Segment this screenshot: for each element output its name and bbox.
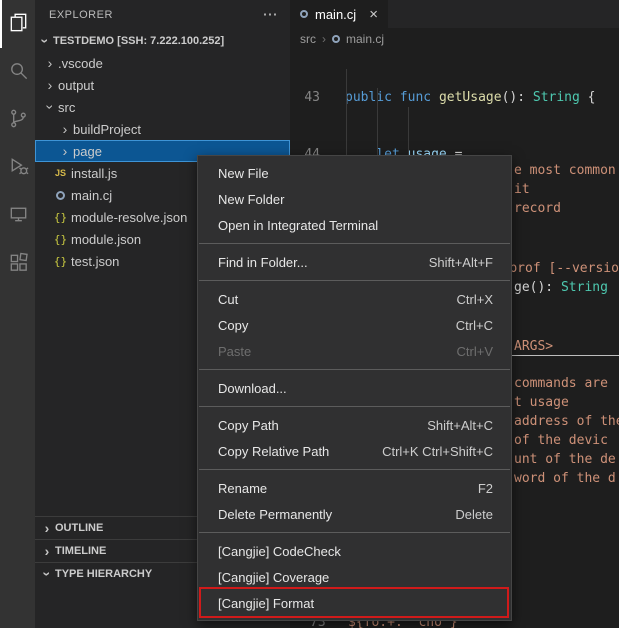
- menu-separator: [199, 369, 510, 370]
- menu-item-new-folder[interactable]: New Folder: [198, 186, 511, 212]
- cangjie-file-icon: [53, 188, 68, 203]
- menu-item-find-in-folder[interactable]: Find in Folder...Shift+Alt+F: [198, 249, 511, 275]
- indent-guide: [377, 88, 378, 160]
- shortcut-label: Ctrl+K Ctrl+Shift+C: [362, 444, 493, 459]
- chevron-right-icon: [39, 520, 55, 536]
- shortcut-label: Ctrl+X: [437, 292, 493, 307]
- menu-item-cut[interactable]: CutCtrl+X: [198, 286, 511, 312]
- shortcut-label: Shift+Alt+F: [409, 255, 493, 270]
- panel-label: TYPE HIERARCHY: [55, 568, 152, 580]
- extensions-icon: [7, 251, 30, 277]
- menu-item-paste: PasteCtrl+V: [198, 338, 511, 364]
- chevron-right-icon: [57, 121, 73, 137]
- run-debug-activity-button[interactable]: [0, 144, 35, 192]
- menu-item-copy-relative-path[interactable]: Copy Relative PathCtrl+K Ctrl+Shift+C: [198, 438, 511, 464]
- sidebar-header: EXPLORER ⋯: [35, 0, 290, 30]
- shortcut-label: Delete: [435, 507, 493, 522]
- tree-item-label: page: [73, 144, 102, 159]
- menu-item-copy-path[interactable]: Copy PathShift+Alt+C: [198, 412, 511, 438]
- indent-guide: [408, 107, 409, 160]
- menu-item-download[interactable]: Download...: [198, 375, 511, 401]
- context-menu: New File New Folder Open in Integrated T…: [197, 155, 512, 621]
- breadcrumb-folder[interactable]: src: [300, 32, 316, 46]
- tree-item-label: module.json: [71, 232, 141, 247]
- more-actions-icon[interactable]: ⋯: [263, 10, 279, 20]
- chevron-right-icon: [322, 32, 326, 46]
- tree-item-label: module-resolve.json: [71, 210, 187, 225]
- tree-item-label: .vscode: [58, 56, 103, 71]
- chevron-down-icon: [42, 99, 58, 115]
- menu-separator: [199, 243, 510, 244]
- json-file-icon: {}: [53, 211, 68, 224]
- indent-guide: [346, 69, 347, 160]
- breadcrumb: src main.cj: [290, 28, 619, 50]
- menu-item-copy[interactable]: CopyCtrl+C: [198, 312, 511, 338]
- code-line: 43public func getUsage(): String {: [290, 88, 619, 107]
- chevron-right-icon: [39, 543, 55, 559]
- shortcut-label: Ctrl+V: [437, 344, 493, 359]
- shortcut-label: Ctrl+C: [436, 318, 493, 333]
- tab-main-cj[interactable]: main.cj ×: [290, 0, 388, 28]
- source-control-activity-button[interactable]: [0, 96, 35, 144]
- tree-item-label: buildProject: [73, 122, 141, 137]
- tree-root-label: TESTDEMO [SSH: 7.222.100.252]: [53, 35, 224, 47]
- chevron-right-icon: [57, 143, 73, 159]
- tree-item-label: output: [58, 78, 94, 93]
- sidebar-title: EXPLORER: [49, 9, 113, 21]
- line-number: 43: [290, 88, 330, 107]
- panel-label: OUTLINE: [55, 522, 103, 534]
- chevron-down-icon: [39, 566, 55, 582]
- source-control-icon: [7, 107, 30, 133]
- search-icon: [7, 59, 30, 85]
- menu-separator: [199, 469, 510, 470]
- menu-item-cangjie-codecheck[interactable]: [Cangjie] CodeCheck: [198, 538, 511, 564]
- menu-item-cangjie-format[interactable]: [Cangjie] Format: [198, 590, 511, 616]
- remote-explorer-activity-button[interactable]: [0, 192, 35, 240]
- tree-item-output[interactable]: output: [35, 74, 290, 96]
- js-file-icon: JS: [53, 168, 68, 178]
- tree-item-label: main.cj: [71, 188, 112, 203]
- shortcut-label: Shift+Alt+C: [407, 418, 493, 433]
- tree-item-label: src: [58, 100, 75, 115]
- extensions-activity-button[interactable]: [0, 240, 35, 288]
- cangjie-file-icon: [300, 10, 308, 18]
- remote-explorer-icon: [7, 203, 30, 229]
- cangjie-file-icon: [332, 35, 340, 43]
- chevron-right-icon: [42, 55, 58, 71]
- files-icon: [7, 11, 30, 37]
- tree-item-label: install.js: [71, 166, 117, 181]
- tab-bar: main.cj ×: [290, 0, 619, 28]
- breadcrumb-file[interactable]: main.cj: [346, 32, 384, 46]
- menu-item-cangjie-coverage[interactable]: [Cangjie] Coverage: [198, 564, 511, 590]
- tree-item-src[interactable]: src: [35, 96, 290, 118]
- json-file-icon: {}: [53, 255, 68, 268]
- tree-root-testdemo[interactable]: TESTDEMO [SSH: 7.222.100.252]: [35, 30, 290, 52]
- activity-bar: [0, 0, 35, 628]
- code-text: public func getUsage(): String {: [330, 88, 596, 107]
- menu-item-delete-permanently[interactable]: Delete PermanentlyDelete: [198, 501, 511, 527]
- tree-item-buildproject[interactable]: buildProject: [35, 118, 290, 140]
- run-debug-icon: [7, 155, 30, 181]
- explorer-activity-button[interactable]: [0, 0, 35, 48]
- menu-item-new-file[interactable]: New File: [198, 160, 511, 186]
- tree-item-vscode[interactable]: .vscode: [35, 52, 290, 74]
- json-file-icon: {}: [53, 233, 68, 246]
- menu-separator: [199, 280, 510, 281]
- close-icon[interactable]: ×: [369, 6, 378, 23]
- menu-item-rename[interactable]: RenameF2: [198, 475, 511, 501]
- tree-item-label: test.json: [71, 254, 119, 269]
- shortcut-label: F2: [458, 481, 493, 496]
- vscode-window: EXPLORER ⋯ TESTDEMO [SSH: 7.222.100.252]…: [0, 0, 619, 628]
- chevron-down-icon: [37, 33, 53, 49]
- chevron-right-icon: [42, 77, 58, 93]
- tab-label: main.cj: [315, 7, 356, 22]
- menu-separator: [199, 532, 510, 533]
- menu-separator: [199, 406, 510, 407]
- menu-item-open-in-integrated-terminal[interactable]: Open in Integrated Terminal: [198, 212, 511, 238]
- search-activity-button[interactable]: [0, 48, 35, 96]
- panel-label: TIMELINE: [55, 545, 106, 557]
